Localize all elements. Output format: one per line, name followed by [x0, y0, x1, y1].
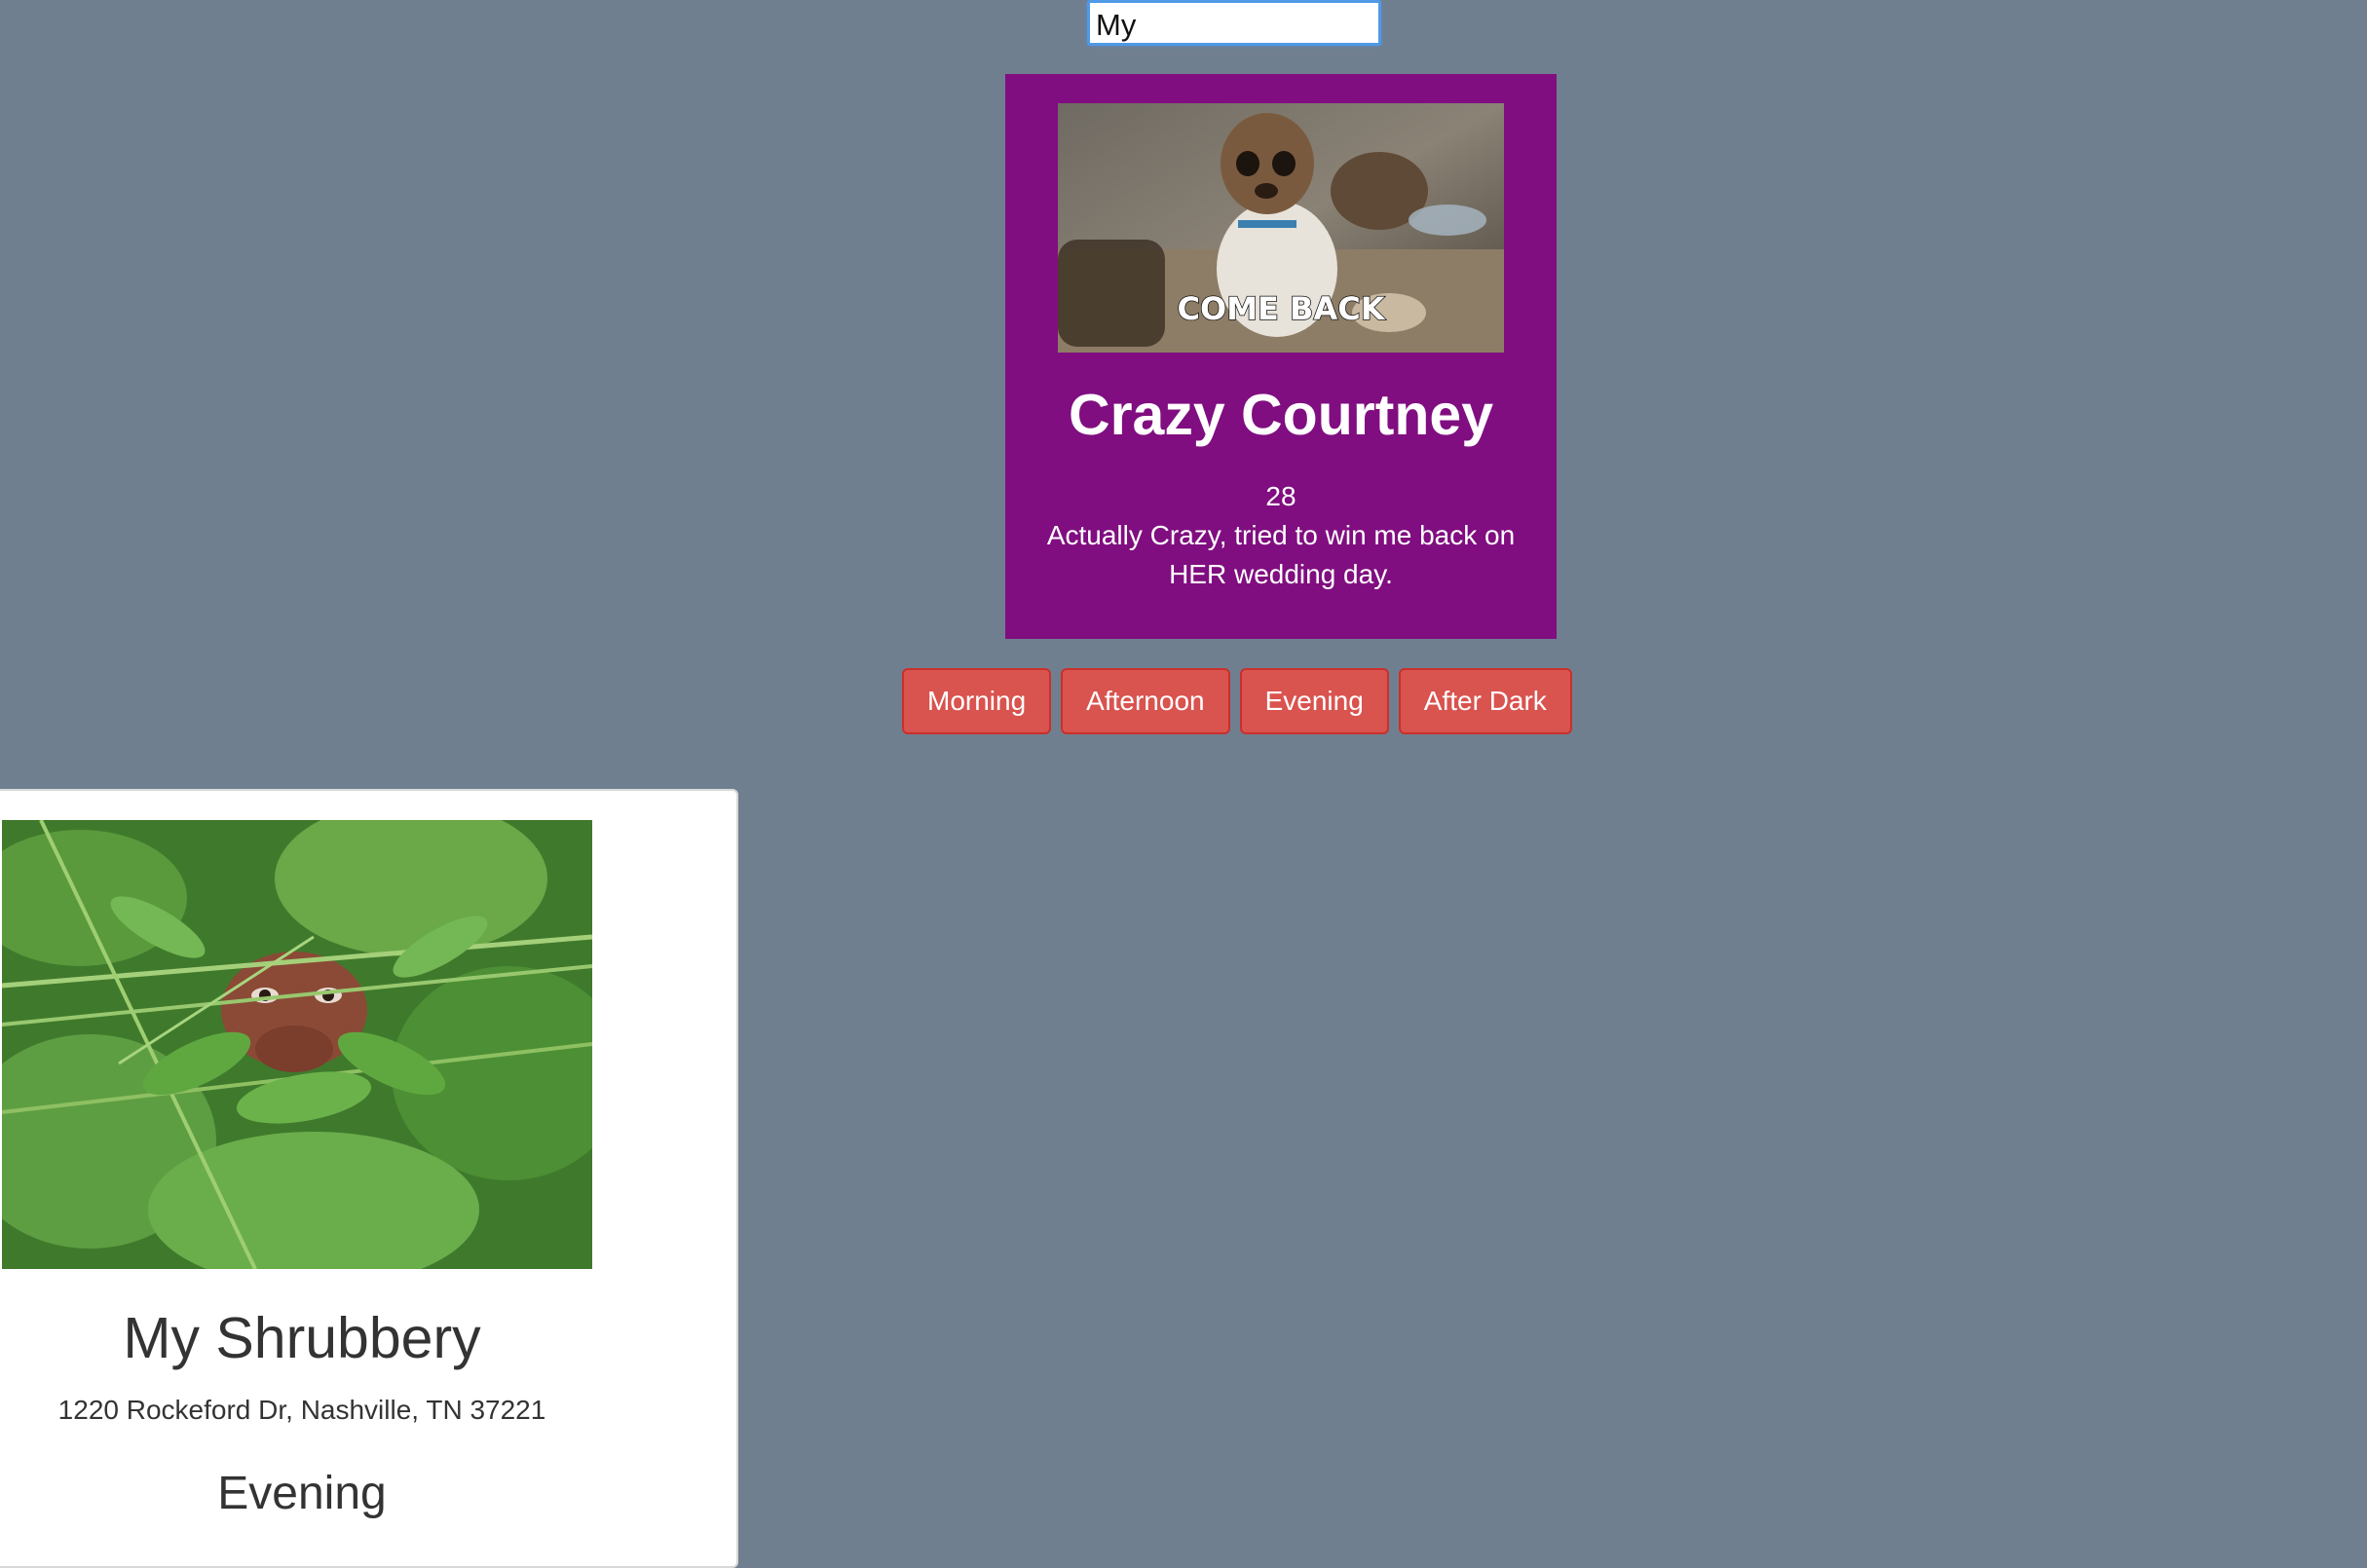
afternoon-button[interactable]: Afternoon: [1061, 668, 1230, 734]
search-input[interactable]: [1087, 0, 1381, 46]
result-name: My Shrubbery: [123, 1306, 481, 1370]
result-address: 1220 Rockeford Dr, Nashville, TN 37221: [57, 1395, 546, 1425]
time-filter-buttons: Morning Afternoon Evening After Dark: [902, 668, 1572, 734]
feature-name: Crazy Courtney: [1068, 383, 1494, 447]
feature-image-caption: COME BACK: [1178, 290, 1386, 327]
evening-button[interactable]: Evening: [1239, 668, 1389, 734]
morning-button[interactable]: Morning: [902, 668, 1052, 734]
feature-age: 28: [1265, 481, 1296, 511]
feature-card: COME BACK Crazy Courtney 28 Actually Cra…: [1005, 74, 1557, 639]
result-card: My Shrubbery 1220 Rockeford Dr, Nashvill…: [0, 789, 738, 1568]
result-time-of-day: Evening: [217, 1468, 387, 1519]
after-dark-button[interactable]: After Dark: [1398, 668, 1572, 734]
feature-description: Actually Crazy, tried to win me back on …: [1046, 520, 1516, 589]
feature-image: COME BACK: [1058, 103, 1504, 353]
result-image: [2, 820, 592, 1269]
